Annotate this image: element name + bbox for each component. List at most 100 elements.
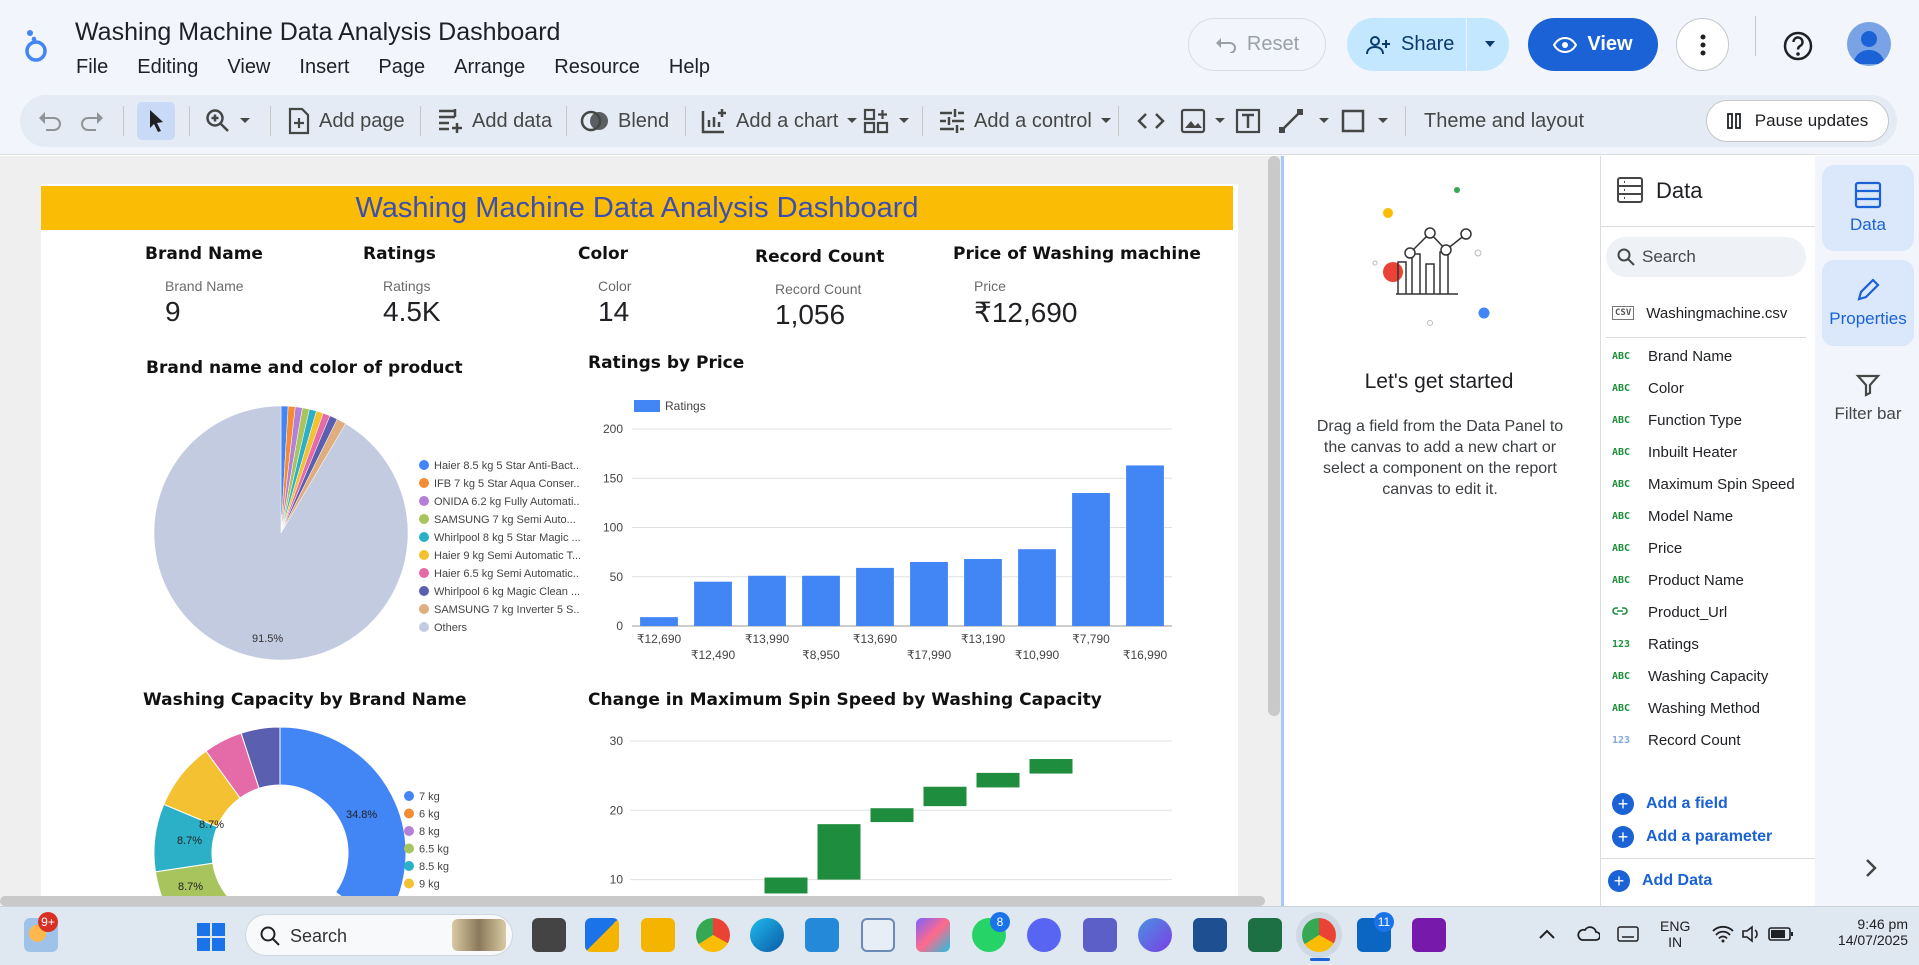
rail-properties-tab[interactable]: Properties	[1822, 260, 1914, 346]
wifi-icon[interactable]	[1712, 925, 1734, 943]
user-avatar[interactable]	[1847, 22, 1891, 66]
reset-button[interactable]: Reset	[1188, 18, 1326, 71]
data-field-item[interactable]: ABC Function Type	[1612, 407, 1742, 433]
more-options-button[interactable]	[1676, 18, 1729, 71]
chevron-up-icon[interactable]	[1538, 928, 1556, 940]
scorecard-header-color[interactable]: Color	[578, 244, 628, 264]
onenote-icon[interactable]	[1412, 918, 1446, 952]
pie-chart[interactable]: 91.5% Haier 8.5 kg 5 Star Anti-Bact... IFB…	[150, 395, 580, 670]
onedrive-icon[interactable]	[1576, 924, 1600, 944]
volume-icon[interactable]	[1741, 925, 1761, 943]
line-icon	[1279, 109, 1303, 133]
bar-chart-title[interactable]: Ratings by Price	[588, 353, 744, 373]
waterfall-chart[interactable]: 10 20 30	[590, 722, 1180, 896]
community-visualizations-button[interactable]	[862, 95, 910, 147]
data-field-item[interactable]: ABC Inbuilt Heater	[1612, 439, 1737, 465]
share-button[interactable]: Share	[1347, 18, 1509, 71]
add-control-button[interactable]: Add a control	[938, 95, 1112, 147]
dashboard-title[interactable]: Washing Machine Data Analysis Dashboard	[41, 192, 1233, 225]
teams-icon[interactable]	[1083, 918, 1117, 952]
chrome-icon[interactable]	[696, 918, 730, 952]
excel-icon[interactable]	[1248, 918, 1282, 952]
data-field-item[interactable]: Product_Url	[1612, 599, 1727, 625]
add-data-button[interactable]: Add data	[436, 95, 552, 147]
data-field-item[interactable]: 123 Record Count	[1612, 727, 1741, 753]
theme-and-layout-button[interactable]: Theme and layout	[1424, 95, 1584, 147]
help-icon[interactable]	[1778, 26, 1818, 66]
keyboard-icon[interactable]	[1617, 926, 1639, 942]
document-app-icon[interactable]	[861, 918, 895, 952]
menu-resource[interactable]: Resource	[554, 56, 640, 79]
text-box-button[interactable]	[1235, 95, 1261, 147]
pause-updates-button[interactable]: Pause updates	[1706, 100, 1889, 142]
blend-button[interactable]: Blend	[580, 95, 669, 147]
bar-chart[interactable]: 0 50 100 150 200 Ratings ₹12,690 ₹12,490 ₹13,990…	[590, 392, 1180, 667]
scorecard-header-ratings[interactable]: Ratings	[363, 244, 436, 264]
data-field-item[interactable]: ABC Washing Capacity	[1612, 663, 1768, 689]
clock[interactable]: 9:46 pm 14/07/2025	[1830, 916, 1908, 948]
scorecard-header-record-count[interactable]: Record Count	[755, 247, 884, 267]
menu-view[interactable]: View	[227, 56, 270, 79]
menu-page[interactable]: Page	[378, 56, 425, 79]
add-page-button[interactable]: Add page	[287, 95, 405, 147]
data-field-item[interactable]: 123 Ratings	[1612, 631, 1699, 657]
zoom-button[interactable]	[205, 95, 251, 147]
data-field-item[interactable]: ABC Price	[1612, 535, 1682, 561]
vscode-icon[interactable]	[805, 918, 839, 952]
data-field-item[interactable]: ABC Washing Method	[1612, 695, 1760, 721]
microsoft-store-icon[interactable]	[585, 918, 619, 952]
scorecard-label-record-count: Record Count	[775, 281, 862, 297]
menu-arrange[interactable]: Arrange	[454, 56, 525, 79]
pie-chart-title[interactable]: Brand name and color of product	[146, 358, 463, 378]
line-button[interactable]	[1278, 95, 1330, 147]
donut-chart[interactable]: 34.8% 8.7% 8.7% 8.7% 7 kg 6 kg 8 kg 6.5 kg 8.5 k…	[145, 722, 485, 896]
canvas-horizontal-scrollbar[interactable]	[0, 896, 1265, 906]
view-button[interactable]: View	[1528, 18, 1658, 71]
looker-studio-logo-icon[interactable]	[20, 24, 52, 64]
share-dropdown-icon[interactable]	[1483, 39, 1497, 49]
language-indicator[interactable]: ENG IN	[1660, 918, 1690, 950]
scorecard-header-price[interactable]: Price of Washing machine	[953, 244, 1201, 264]
add-parameter-button[interactable]: + Add a parameter	[1612, 826, 1772, 848]
waterfall-chart-title[interactable]: Change in Maximum Spin Speed by Washing …	[588, 690, 1102, 710]
donut-chart-title[interactable]: Washing Capacity by Brand Name	[143, 690, 467, 710]
undo-icon[interactable]	[38, 110, 62, 132]
data-field-item[interactable]: ABC Color	[1612, 375, 1684, 401]
menu-insert[interactable]: Insert	[299, 56, 349, 79]
data-field-item[interactable]: ABC Brand Name	[1612, 343, 1732, 369]
redo-icon[interactable]	[80, 110, 104, 132]
image-icon	[1180, 108, 1206, 134]
edge-icon[interactable]	[750, 918, 784, 952]
add-data-source-button[interactable]: + Add Data	[1608, 870, 1712, 892]
scorecard-header-brand[interactable]: Brand Name	[145, 244, 263, 264]
file-explorer-icon[interactable]	[641, 918, 675, 952]
task-view-icon[interactable]	[532, 918, 566, 952]
discord-icon[interactable]	[1027, 918, 1061, 952]
windows-start-icon[interactable]	[196, 922, 226, 952]
m365-icon[interactable]	[916, 918, 950, 952]
rail-data-tab[interactable]: Data	[1822, 165, 1914, 251]
data-source-item[interactable]: CSV Washingmachine.csv	[1612, 300, 1787, 326]
data-field-item[interactable]: ABC Product Name	[1612, 567, 1744, 593]
battery-icon[interactable]	[1768, 927, 1794, 941]
chrome-active-icon[interactable]	[1302, 918, 1336, 952]
image-button[interactable]	[1180, 95, 1226, 147]
ssms-icon[interactable]	[1193, 918, 1227, 952]
add-chart-button[interactable]: Add a chart	[700, 95, 858, 147]
chevron-right-icon[interactable]	[1864, 858, 1878, 878]
canvas-vertical-scrollbar[interactable]	[1268, 156, 1280, 716]
taskbar-search[interactable]: Search	[245, 914, 513, 956]
menu-help[interactable]: Help	[669, 56, 710, 79]
select-tool-button[interactable]	[137, 102, 175, 140]
report-title[interactable]: Washing Machine Data Analysis Dashboard	[75, 18, 560, 47]
shape-button[interactable]	[1341, 95, 1389, 147]
menu-file[interactable]: File	[76, 56, 108, 79]
data-search-input[interactable]: Search	[1606, 237, 1806, 277]
rail-filter-bar-tab[interactable]: Filter bar	[1822, 355, 1914, 441]
copilot-icon[interactable]	[1138, 918, 1172, 952]
data-field-item[interactable]: ABC Model Name	[1612, 503, 1733, 529]
embed-url-button[interactable]	[1137, 95, 1165, 147]
menu-editing[interactable]: Editing	[137, 56, 198, 79]
add-field-button[interactable]: + Add a field	[1612, 793, 1728, 815]
data-field-item[interactable]: ABC Maximum Spin Speed	[1612, 471, 1795, 497]
